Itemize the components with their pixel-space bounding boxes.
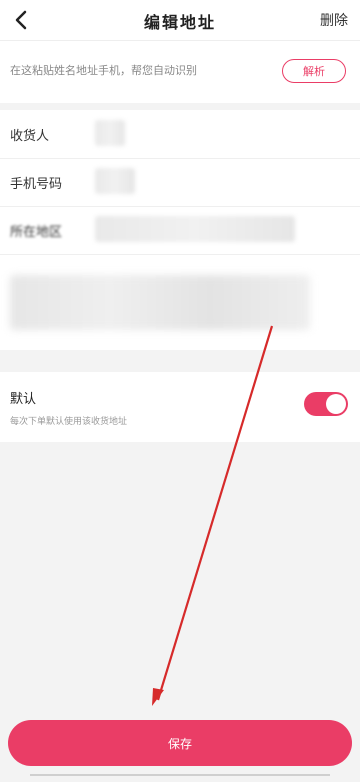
field-recipient[interactable]: 收货人 <box>0 110 360 159</box>
paste-address-row: 在这粘贴姓名地址手机，帮您自动识别 解析 <box>0 40 360 103</box>
recipient-value-blurred <box>95 120 125 146</box>
parse-button[interactable]: 解析 <box>282 59 346 83</box>
page-title: 编辑地址 <box>143 13 216 32</box>
paste-hint-input[interactable]: 在这粘贴姓名地址手机，帮您自动识别 <box>10 62 197 78</box>
default-toggle[interactable] <box>304 392 348 416</box>
field-region[interactable]: 所在地区 <box>0 206 360 255</box>
address-form: 收货人 手机号码 所在地区 <box>0 110 360 350</box>
field-phone[interactable]: 手机号码 <box>0 158 360 207</box>
top-bar: 编辑地址 删除 <box>0 0 360 40</box>
field-label: 手机号码 <box>10 177 63 192</box>
save-button[interactable]: 保存 <box>8 720 352 766</box>
delete-button[interactable]: 删除 <box>320 10 348 30</box>
default-subtitle: 每次下单默认使用该收货地址 <box>10 417 128 427</box>
default-title: 默认 <box>10 392 37 407</box>
region-value-blurred <box>95 216 295 242</box>
phone-value-blurred <box>95 168 135 194</box>
toggle-knob <box>326 394 346 414</box>
home-indicator <box>30 774 330 776</box>
detail-address-blurred[interactable] <box>10 275 310 330</box>
field-label: 所在地区 <box>10 225 63 240</box>
default-address-card: 默认 每次下单默认使用该收货地址 <box>0 372 360 442</box>
field-label: 收货人 <box>10 129 50 144</box>
